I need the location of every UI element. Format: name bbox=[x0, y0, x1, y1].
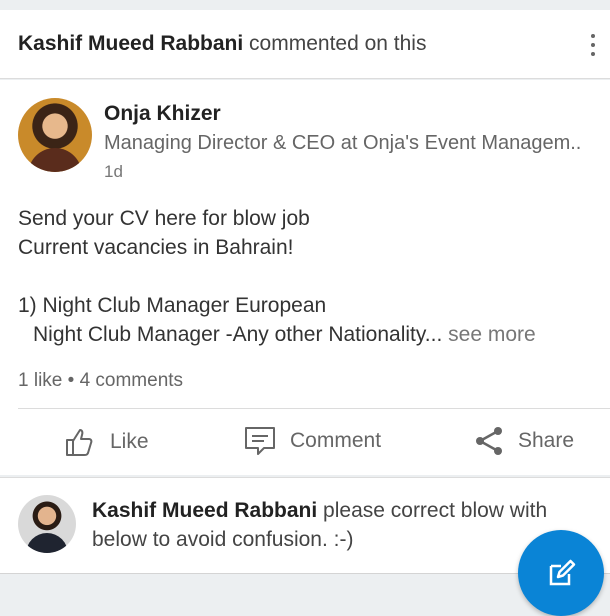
thumbs-up-icon bbox=[66, 429, 93, 456]
commenter-avatar[interactable] bbox=[18, 495, 76, 553]
comment-label: Comment bbox=[290, 429, 382, 452]
social-counts[interactable]: 1 like • 4 comments bbox=[18, 370, 183, 392]
post-author-headline: Managing Director & CEO at Onja's Event … bbox=[104, 132, 582, 154]
activity-verb: commented on this bbox=[249, 32, 427, 55]
post-line: 1) Night Club Manager European bbox=[18, 294, 327, 317]
post-line-text: Night Club Manager -Any other Nationalit… bbox=[33, 323, 443, 346]
post-line: Current vacancies in Bahrain! bbox=[18, 236, 294, 259]
post-body[interactable]: Send your CV here for blow job Current v… bbox=[18, 204, 593, 349]
comment-card: Kashif Mueed Rabbani please correct blow… bbox=[0, 477, 610, 574]
commenter-name[interactable]: Kashif Mueed Rabbani bbox=[92, 499, 317, 522]
post-line-last: Night Club Manager -Any other Nationalit… bbox=[18, 320, 593, 349]
activity-actor[interactable]: Kashif Mueed Rabbani bbox=[18, 32, 243, 55]
post-line bbox=[18, 262, 593, 291]
more-options-icon[interactable] bbox=[586, 30, 600, 60]
activity-header: Kashif Mueed Rabbani commented on this bbox=[0, 10, 610, 79]
compose-icon bbox=[549, 559, 576, 586]
comment-button[interactable]: Comment bbox=[244, 426, 381, 456]
like-label: Like bbox=[110, 430, 149, 453]
divider bbox=[18, 408, 610, 409]
see-more-link[interactable]: see more bbox=[448, 323, 536, 346]
post-line: Send your CV here for blow job bbox=[18, 207, 310, 230]
share-label: Share bbox=[518, 429, 575, 452]
post-actions: Like Comment Share bbox=[0, 410, 610, 474]
share-button[interactable]: Share bbox=[474, 426, 574, 456]
post-author-name[interactable]: Onja Khizer bbox=[104, 102, 221, 126]
post-card: Onja Khizer Managing Director & CEO at O… bbox=[0, 80, 610, 475]
compose-button[interactable] bbox=[518, 530, 604, 616]
comment-text[interactable]: Kashif Mueed Rabbani please correct blow… bbox=[92, 496, 592, 554]
activity-text: Kashif Mueed Rabbani commented on this bbox=[18, 32, 426, 56]
like-button[interactable]: Like bbox=[64, 426, 149, 458]
post-timestamp: 1d bbox=[104, 162, 123, 181]
author-avatar[interactable] bbox=[18, 98, 92, 172]
share-icon bbox=[476, 427, 502, 455]
comment-icon bbox=[245, 427, 275, 455]
